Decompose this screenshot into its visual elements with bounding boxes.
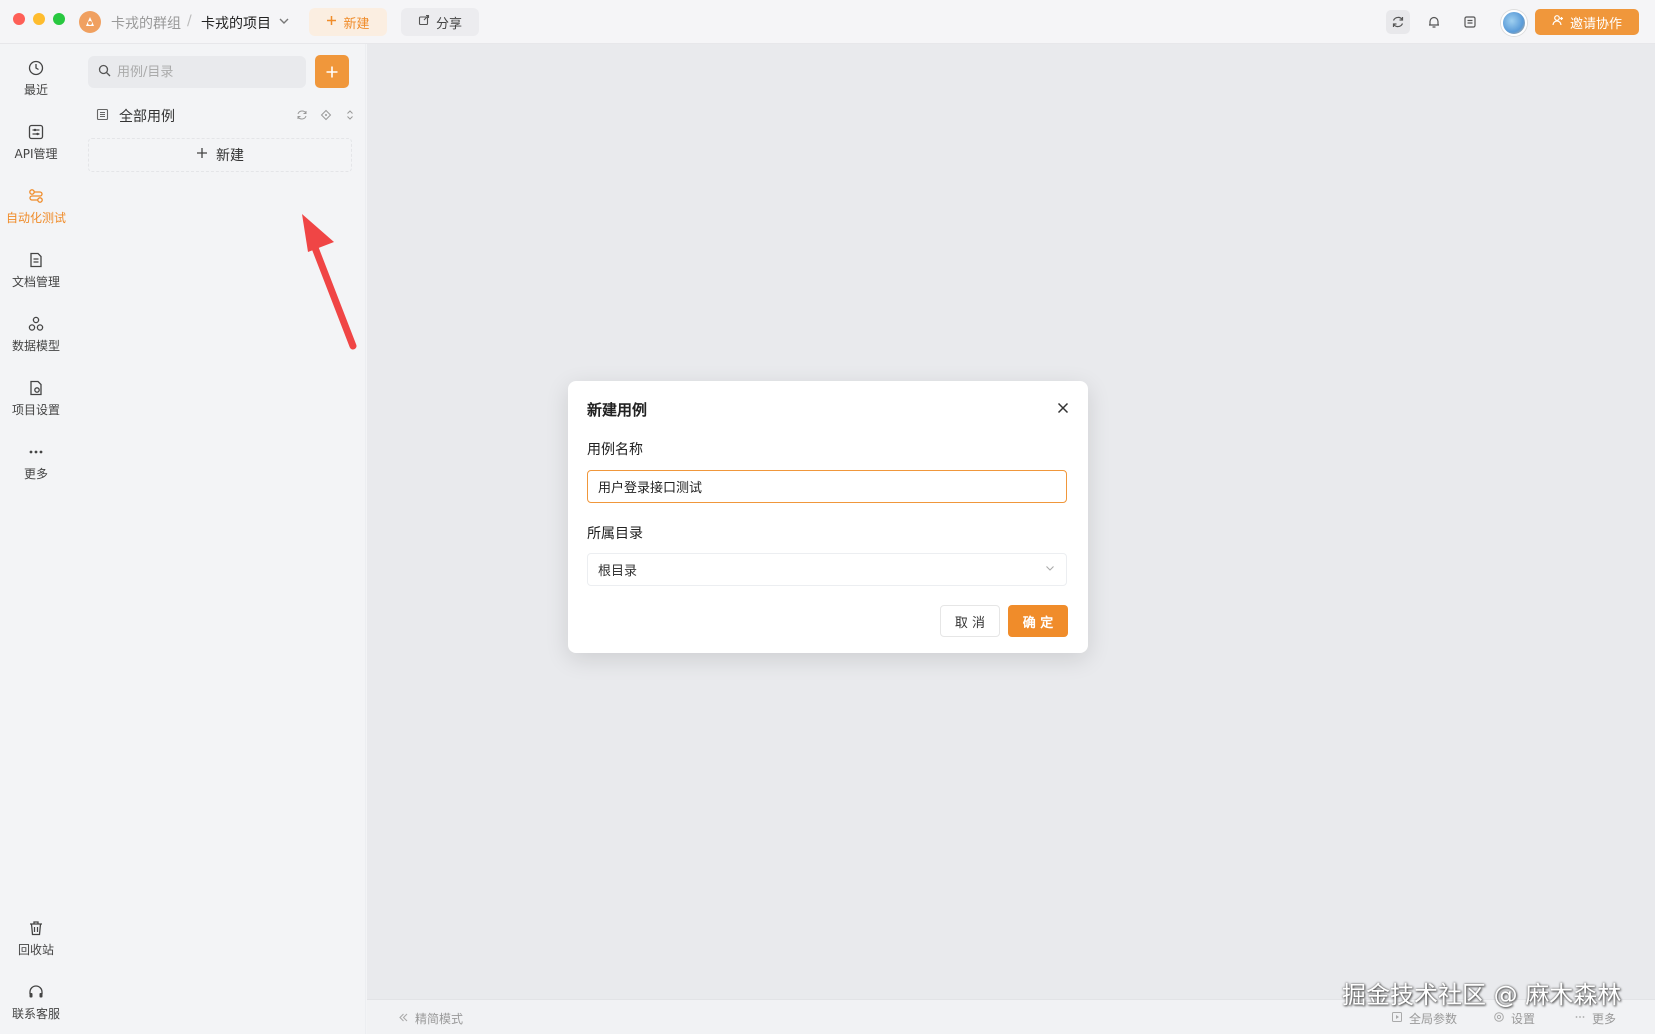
nav-item-trash[interactable]: 回收站 [0,912,72,964]
invite-collaborate-button[interactable]: 邀请协作 [1535,9,1639,35]
red-arrow-annotation [302,214,357,350]
nav-item-api[interactable]: API管理 [0,116,72,168]
global-params-button[interactable]: 全局参数 [1391,1010,1457,1027]
new-button[interactable]: 新建 [309,8,387,36]
nav-item-recent[interactable]: 最近 [0,52,72,104]
share-button[interactable]: 分享 [401,8,479,36]
nav-item-docs[interactable]: 文档管理 [0,244,72,296]
directory-value: 根目录 [598,564,638,579]
window-close-button[interactable] [13,13,25,25]
window-zoom-button[interactable] [53,13,65,25]
breadcrumb-separator: / [187,13,192,29]
headset-icon [29,984,43,997]
project-settings-icon [30,380,42,395]
chevron-down-icon[interactable] [278,15,290,31]
gear-icon [1493,1011,1505,1026]
nav-item-data-model[interactable]: 数据模型 [0,308,72,360]
nav-item-project-settings[interactable]: 项目设置 [0,372,72,424]
case-name-input[interactable] [587,470,1067,503]
close-icon[interactable] [1055,400,1071,416]
folder-list-icon [96,108,109,125]
document-manage-icon [30,252,42,267]
expand-collapse-icon[interactable] [344,109,356,125]
refresh-icon[interactable] [296,109,308,125]
more-icon [29,450,43,453]
chevron-down-icon [1044,562,1056,578]
user-add-icon [1552,14,1564,30]
simple-mode-toggle[interactable]: 精简模式 [398,1010,463,1027]
confirm-button[interactable]: 确 定 [1008,605,1068,637]
directory-select[interactable]: 根目录 [587,553,1067,586]
window-minimize-button[interactable] [33,13,45,25]
nav-item-more[interactable]: 更多 [0,436,72,488]
plus-icon [196,147,208,163]
sync-icon[interactable] [1386,10,1410,34]
search-icon [98,64,111,81]
cancel-button[interactable]: 取 消 [940,605,1000,637]
api-icon [28,124,44,139]
case-search-input[interactable] [117,64,297,80]
new-case-dialog: 新建用例 用例名称 所属目录 根目录 取 消 确 定 [568,381,1088,653]
more-button[interactable]: 更多 [1574,1010,1616,1027]
dialog-title: 新建用例 [587,401,648,419]
add-case-button[interactable] [315,55,349,88]
automation-icon [29,188,43,203]
plus-icon [326,15,337,30]
title-bar: 卡戎的群组 / 卡戎的项目 新建 分享 邀请协作 [0,0,1655,44]
plus-icon [326,66,338,77]
breadcrumb-project[interactable]: 卡戎的项目 [201,13,271,33]
left-nav: 最近 API管理 自动化测试 文档管理 数据模型 项目设置 更多 回收站 联系客… [0,44,72,1034]
all-cases-header[interactable]: 全部用例 [96,104,356,128]
directory-label: 所属目录 [587,526,643,542]
case-panel: 全部用例 新建 [72,44,366,1034]
settings-button[interactable]: 设置 [1493,1010,1535,1027]
document-icon[interactable] [1458,10,1482,34]
nav-item-support[interactable]: 联系客服 [0,976,72,1028]
share-icon [418,14,430,30]
params-icon [1391,1011,1403,1026]
app-logo-icon [79,11,101,33]
case-name-label: 用例名称 [587,442,643,458]
locate-icon[interactable] [320,109,332,125]
ellipsis-icon [1574,1011,1586,1026]
case-search-box[interactable] [88,56,306,88]
nav-item-automation[interactable]: 自动化测试 [0,180,72,232]
watermark: 掘金技术社区 @ 麻木森林 [1342,981,1622,1009]
bell-icon[interactable] [1422,10,1446,34]
avatar[interactable] [1501,10,1527,36]
history-icon [28,60,44,75]
collapse-left-icon [398,1012,409,1026]
data-model-icon [28,316,44,331]
trash-icon [30,920,42,935]
new-case-row[interactable]: 新建 [88,138,352,172]
breadcrumb-group[interactable]: 卡戎的群组 [111,13,181,33]
